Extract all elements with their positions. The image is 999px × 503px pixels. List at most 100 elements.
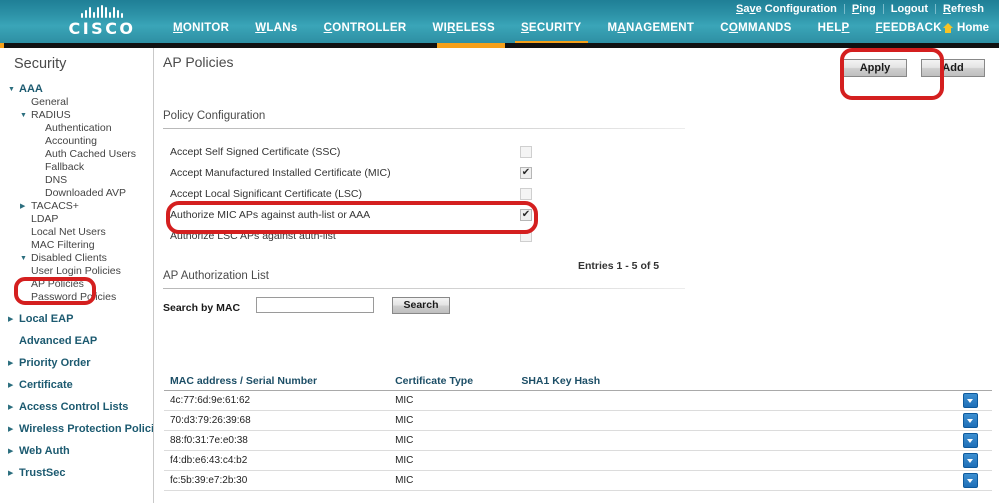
divider	[163, 128, 685, 129]
cell-sha1-key-hash	[515, 470, 950, 491]
ap-authorization-list-heading: AP Authorization List	[163, 270, 269, 282]
divider	[882, 4, 884, 14]
sidebar-item-access-control-lists[interactable]: ▶ Access Control Lists	[0, 401, 153, 414]
sidebar-item-label: Password Policies	[31, 291, 117, 303]
nav-help[interactable]: HELP	[805, 21, 863, 43]
search-button[interactable]: Search	[392, 297, 450, 314]
main-nav: MONITOR WLANs CONTROLLER WIRELESS SECURI…	[160, 21, 955, 43]
sidebar-item-label: Access Control Lists	[19, 401, 129, 413]
chevron-down-icon: ▼	[20, 255, 27, 262]
divider	[163, 288, 685, 289]
sidebar-item-web-auth[interactable]: ▶ Web Auth	[0, 445, 153, 458]
cell-row-actions	[949, 410, 992, 431]
sidebar-item-local-net-users[interactable]: Local Net Users	[0, 226, 153, 239]
save-configuration-link[interactable]: Save Configuration	[729, 3, 844, 15]
sidebar-item-wireless-protection-policies[interactable]: ▶ Wireless Protection Policies	[0, 423, 153, 436]
sidebar-item-ap-policies[interactable]: AP Policies	[0, 278, 153, 291]
sidebar-item-label: Local Net Users	[31, 226, 106, 238]
sidebar-item-certificate[interactable]: ▶ Certificate	[0, 379, 153, 392]
policy-option-checkbox[interactable]	[520, 166, 532, 179]
cell-row-actions	[949, 470, 992, 491]
home-link[interactable]: Home	[943, 22, 989, 34]
nav-security[interactable]: SECURITY	[508, 21, 595, 43]
sidebar-item-dns[interactable]: DNS	[0, 174, 153, 187]
policy-option-checkbox[interactable]	[520, 208, 532, 221]
row-dropdown-button[interactable]	[963, 413, 979, 428]
policy-option-label: Accept Manufactured Installed Certificat…	[170, 166, 391, 179]
sidebar-item-label: Auth Cached Users	[45, 148, 137, 160]
sidebar-item-label: LDAP	[31, 213, 59, 225]
sidebar-item-user-login-policies[interactable]: User Login Policies	[0, 265, 153, 278]
sidebar-item-ldap[interactable]: LDAP	[0, 213, 153, 226]
chevron-right-icon: ▶	[8, 382, 14, 389]
cisco-bars-icon	[48, 5, 156, 18]
sidebar-item-radius[interactable]: ▼ RADIUS	[0, 109, 153, 122]
add-button[interactable]: Add	[921, 59, 985, 77]
cisco-logo: CISCO	[48, 5, 156, 38]
policy-option-row: Authorize LSC APs against auth-list	[170, 225, 690, 246]
nav-controller[interactable]: CONTROLLER	[311, 21, 420, 43]
sidebar-item-fallback[interactable]: Fallback	[0, 161, 153, 174]
table-row: fc:5b:39:e7:2b:30 MIC	[164, 470, 992, 491]
sidebar-item-label: Local EAP	[19, 313, 74, 325]
search-by-mac-label: Search by MAC	[163, 302, 241, 314]
row-dropdown-button[interactable]	[963, 393, 979, 408]
sidebar-item-label: MAC Filtering	[31, 239, 95, 251]
nav-wireless[interactable]: WIRELESS	[419, 21, 507, 43]
chevron-right-icon: ▶	[20, 203, 26, 210]
policy-option-checkbox[interactable]	[520, 145, 532, 158]
policy-option-checkbox[interactable]	[520, 187, 532, 200]
table-row: f4:db:e6:43:c4:b2 MIC	[164, 450, 992, 471]
refresh-link[interactable]: Refresh	[936, 3, 991, 15]
table-row: 4c:77:6d:9e:61:62 MIC	[164, 390, 992, 411]
policy-option-row: Accept Local Significant Certificate (LS…	[170, 183, 690, 204]
sidebar-item-general[interactable]: General	[0, 96, 153, 109]
row-dropdown-button[interactable]	[963, 433, 979, 448]
cell-mac-address: 70:d3:79:26:39:68	[164, 410, 390, 431]
sidebar-item-label: Priority Order	[19, 357, 91, 369]
sidebar-item-password-policies[interactable]: Password Policies	[0, 291, 153, 304]
divider	[935, 4, 937, 14]
ping-link[interactable]: Ping	[845, 3, 883, 15]
chevron-right-icon: ▶	[8, 448, 14, 455]
sidebar-item-disabled-clients[interactable]: ▼ Disabled Clients	[0, 252, 153, 265]
chevron-right-icon: ▶	[8, 426, 14, 433]
row-dropdown-button[interactable]	[963, 453, 979, 468]
sidebar-item-mac-filtering[interactable]: MAC Filtering	[0, 239, 153, 252]
page-action-buttons: Apply Add	[843, 59, 985, 77]
divider	[843, 4, 845, 14]
sidebar-item-label: Advanced EAP	[19, 335, 98, 347]
nav-monitor[interactable]: MONITOR	[160, 21, 242, 43]
sidebar-item-aaa[interactable]: ▼ AAA	[0, 83, 153, 96]
sidebar-item-advanced-eap[interactable]: Advanced EAP	[0, 335, 153, 348]
sidebar-item-local-eap[interactable]: ▶ Local EAP	[0, 313, 153, 326]
apply-button[interactable]: Apply	[843, 59, 907, 77]
cell-mac-address: f4:db:e6:43:c4:b2	[164, 450, 390, 471]
sidebar-item-label: AAA	[19, 83, 43, 95]
sidebar-item-auth-cached-users[interactable]: Auth Cached Users	[0, 148, 153, 161]
sidebar-item-downloaded-avp[interactable]: Downloaded AVP	[0, 187, 153, 200]
sidebar-item-tacacs[interactable]: ▶ TACACS+	[0, 200, 153, 213]
policy-option-row: Accept Self Signed Certificate (SSC)	[170, 141, 690, 162]
sidebar-item-label: TACACS+	[31, 200, 79, 212]
sidebar-item-authentication[interactable]: Authentication	[0, 122, 153, 135]
chevron-right-icon: ▶	[8, 470, 14, 477]
nav-management[interactable]: MANAGEMENT	[595, 21, 708, 43]
policy-option-label: Accept Self Signed Certificate (SSC)	[170, 145, 341, 158]
nav-wlans[interactable]: WLANs	[242, 21, 310, 43]
policy-option-checkbox[interactable]	[520, 229, 532, 242]
policy-option-label: Accept Local Significant Certificate (LS…	[170, 187, 362, 200]
header-utility-links: Save Configuration Ping Logout Refresh	[729, 1, 991, 17]
chevron-down-icon: ▼	[8, 86, 15, 93]
sidebar-item-priority-order[interactable]: ▶ Priority Order	[0, 357, 153, 370]
row-dropdown-button[interactable]	[963, 473, 979, 488]
sidebar-item-accounting[interactable]: Accounting	[0, 135, 153, 148]
table-row: 70:d3:79:26:39:68 MIC	[164, 410, 992, 431]
sidebar-item-trustsec[interactable]: ▶ TrustSec	[0, 467, 153, 480]
search-mac-input[interactable]	[256, 297, 374, 313]
nav-commands[interactable]: COMMANDS	[707, 21, 804, 43]
nav-feedback[interactable]: FEEDBACK	[863, 21, 955, 43]
sidebar-item-label: Accounting	[45, 135, 97, 147]
sidebar-item-label: Certificate	[19, 379, 73, 391]
logout-link[interactable]: Logout	[884, 3, 935, 15]
